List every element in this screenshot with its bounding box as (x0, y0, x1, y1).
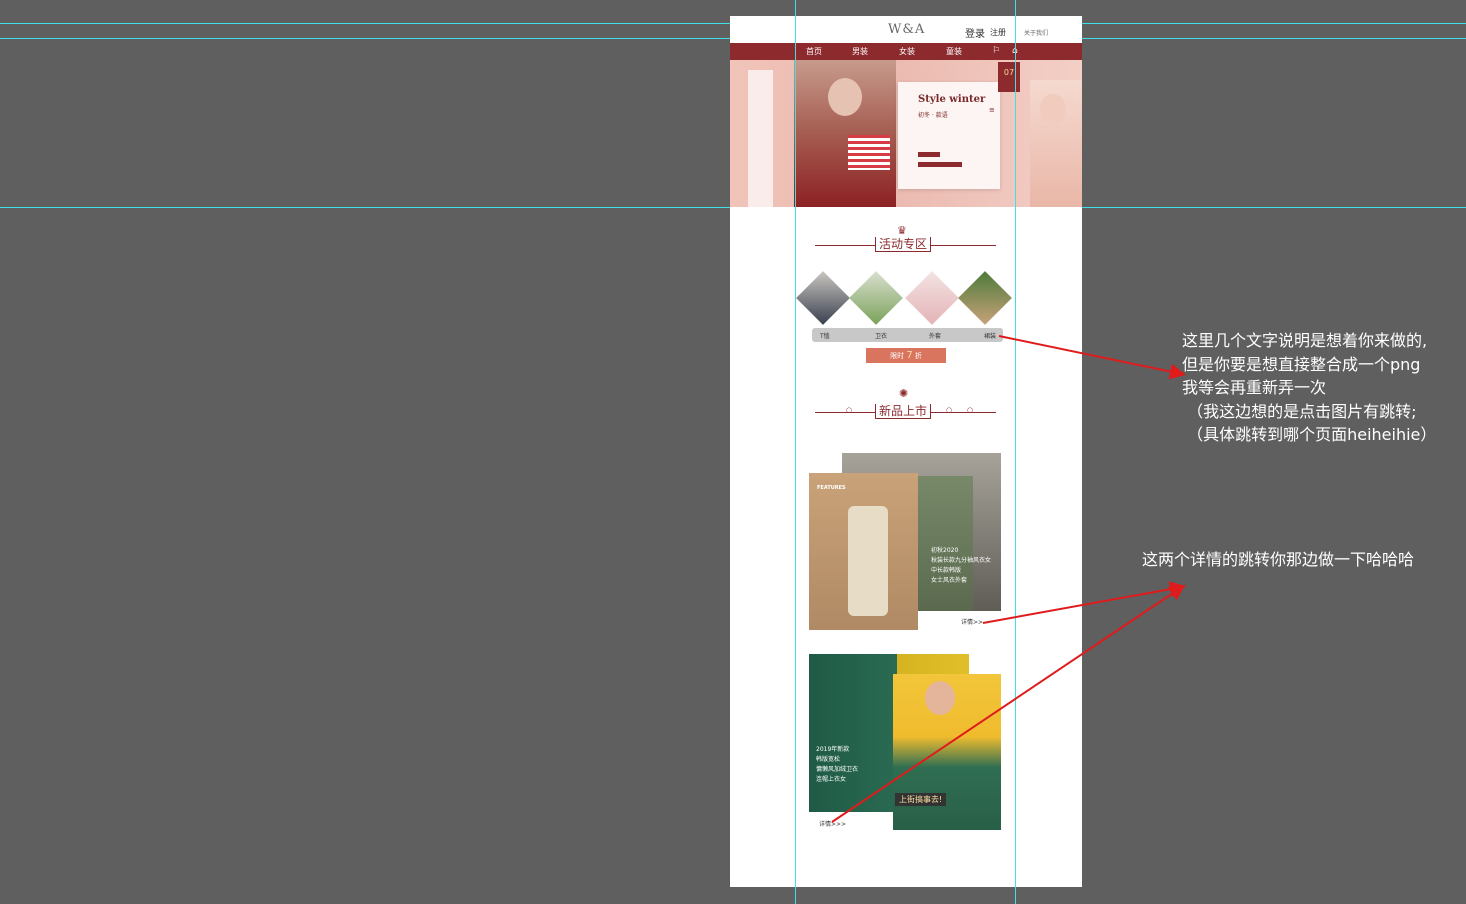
arrow-line (998, 335, 1186, 380)
annotation-arrows (831, 335, 1186, 823)
arrow-line (982, 581, 1186, 624)
arrow-line (831, 584, 1186, 823)
